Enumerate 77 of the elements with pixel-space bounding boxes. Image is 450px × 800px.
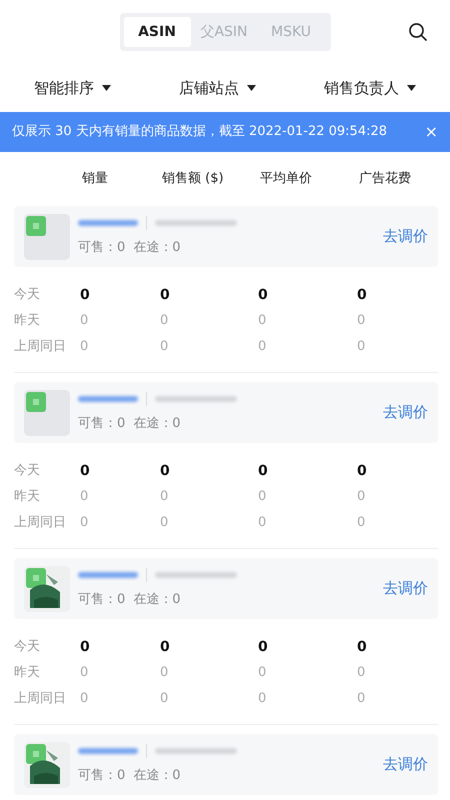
column-header: 销量 [82,170,109,188]
caret-icon [247,85,256,91]
column-header: 平均单价 [260,170,313,188]
filter-dropdown[interactable]: 智能排序 [34,76,111,100]
blurred-text [78,396,138,402]
table-cell-text: 0 [80,312,90,330]
table-cell-text: 0 [258,664,268,682]
notice-text: 仅展示 30 天内有销量的商品数据，截至 2022-01-22 09:54:28 [12,123,388,142]
caret-icon [102,85,111,91]
row-label: 上周同日 [14,690,67,708]
row-label: 今天 [14,638,41,656]
in-transit-text: 在途：0 [133,238,181,257]
table-cell-text: 0 [160,312,170,330]
table-cell-text: 0 [357,638,367,656]
table-cell-text: 0 [80,514,90,532]
column-header: 广告花费 [359,170,411,188]
in-transit-text: 在途：0 [133,590,181,609]
table-cell-text: 0 [160,638,171,656]
in-transit-text: 在途：0 [133,414,181,433]
table-cell-text: 0 [258,286,269,304]
table-cell-text: 0 [357,338,366,356]
adjust-price-link[interactable]: 去调价 [383,225,428,248]
filter-dropdown[interactable]: 店铺站点 [179,76,256,100]
row-label: 昨天 [14,664,41,682]
table-cell-text: 0 [80,286,91,304]
caret-icon [407,85,416,91]
close-button[interactable]: × [424,120,438,144]
table-cell-text: 0 [160,286,171,304]
adjust-price-link[interactable]: 去调价 [383,577,428,600]
stock-text: 可售：0 [78,414,126,433]
table-cell-text: 0 [357,664,366,682]
search-icon[interactable] [408,22,428,42]
row-label: 昨天 [14,312,41,330]
table-cell-text: 0 [357,690,366,708]
table-cell-text: 0 [160,488,170,506]
tab[interactable]: 父ASIN [190,17,258,47]
row-label: 昨天 [14,488,41,506]
row-label: 上周同日 [14,514,67,532]
table-cell-text: 0 [160,664,170,682]
filter-dropdown[interactable]: 销售负责人 [324,76,416,100]
table-cell-text: 0 [258,462,269,480]
table-cell-text: 0 [160,462,171,480]
column-header: 销售额 ($) [162,170,225,188]
table-cell-text: 0 [80,690,90,708]
table-cell-text: 0 [160,514,170,532]
table-cell-text: 0 [258,690,268,708]
blurred-text [78,748,138,754]
blurred-text [78,572,138,578]
table-cell-text: 0 [258,488,268,506]
row-label: 今天 [14,286,41,304]
stock-text: 可售：0 [78,238,126,257]
table-cell-text: 0 [80,664,90,682]
stock-text: 可售：0 [78,590,126,609]
table-cell-text: 0 [357,286,367,304]
table-cell-text: 0 [258,312,268,330]
tab[interactable]: MSKU [258,17,324,47]
stock-text: 可售：0 [78,766,126,785]
row-label: 今天 [14,462,41,480]
table-cell-text: 0 [357,514,366,532]
table-cell-text: 0 [80,638,91,656]
adjust-price-link[interactable]: 去调价 [383,401,428,424]
table-cell-text: 0 [357,312,366,330]
table-cell-text: 0 [357,488,366,506]
blurred-text [78,220,138,226]
adjust-price-link[interactable]: 去调价 [383,753,428,776]
table-cell-text: 0 [80,488,90,506]
row-label: 上周同日 [14,338,67,356]
table-cell-text: 0 [357,462,367,480]
table-cell-text: 0 [160,690,170,708]
in-transit-text: 在途：0 [133,766,181,785]
table-cell-text: 0 [258,514,268,532]
tab[interactable]: ASIN [124,17,190,47]
table-cell-text: 0 [80,462,91,480]
table-cell-text: 0 [160,338,170,356]
table-cell-text: 0 [258,638,269,656]
table-cell-text: 0 [80,338,90,356]
table-cell-text: 0 [258,338,268,356]
